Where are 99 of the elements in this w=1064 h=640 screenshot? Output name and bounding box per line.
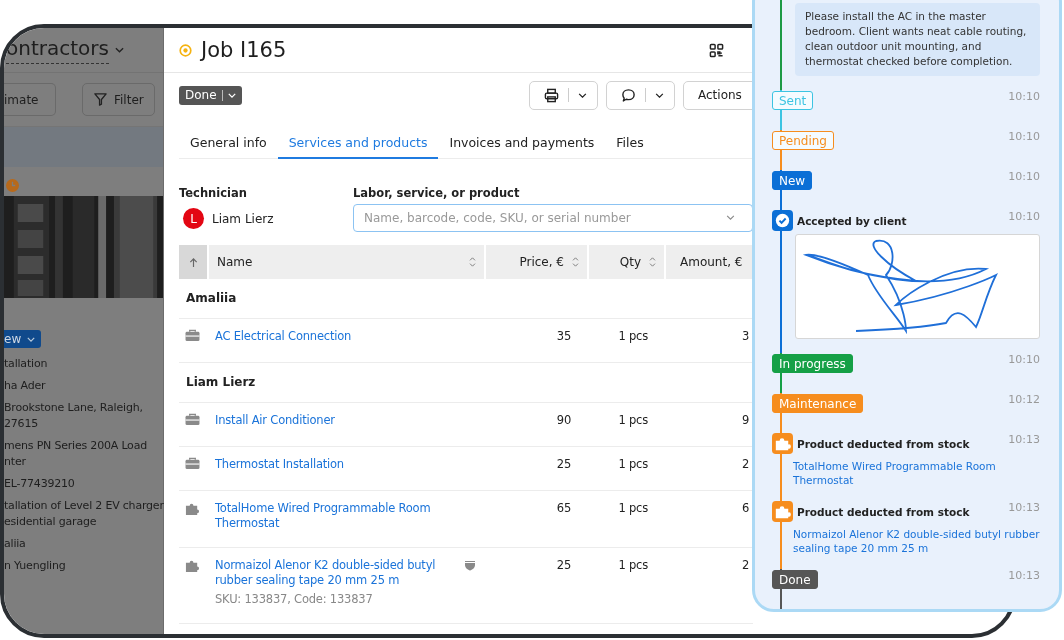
toolbox-icon: [185, 413, 200, 426]
funnel-icon: [93, 92, 108, 107]
column-header[interactable]: Qty: [587, 245, 664, 279]
item-link[interactable]: AC Electrical Connection: [215, 329, 352, 344]
timestamp: 10:12: [1008, 393, 1040, 406]
table-cell: 90: [556, 413, 571, 427]
puzzle-icon: [772, 433, 793, 454]
column-header[interactable]: Amount, €: [664, 245, 753, 279]
detail-text: Brookstone Lane, Raleigh,: [4, 400, 144, 416]
tab[interactable]: Files: [605, 130, 655, 159]
detail-text: n Yuengling: [4, 558, 67, 574]
detail-text: mens PN Series 200A Load: [4, 438, 148, 454]
status-tag: Pending: [772, 130, 834, 150]
avatar: L: [183, 208, 204, 229]
chevron-down-icon: [578, 92, 587, 98]
speech-bubble-icon: [621, 87, 636, 103]
timestamp: 10:10: [1008, 130, 1040, 143]
printer-icon: [544, 87, 559, 103]
table-cell: 1 pcs: [618, 329, 648, 343]
comment-button[interactable]: [606, 80, 675, 110]
item-link[interactable]: Normaizol Alenor K2 double-sided butyl rubber sealing tape 20 mm 25 m: [215, 558, 446, 588]
item-link[interactable]: Install Air Conditioner: [215, 413, 335, 428]
chevron-down-icon: [114, 47, 124, 53]
toolbox-icon: [185, 457, 200, 470]
table-cell: 1 pcs: [618, 413, 648, 427]
column-header[interactable]: Price, €: [484, 245, 587, 279]
chevron-down-icon: [27, 336, 36, 342]
page-title[interactable]: ontractors: [6, 36, 109, 64]
sort-icon: [469, 257, 476, 267]
table-cell: 1 pcs: [618, 501, 648, 515]
target-icon: [179, 43, 192, 57]
event-title: Accepted by client: [797, 214, 907, 227]
timestamp: 10:13: [1008, 569, 1040, 582]
status-tag: Done: [772, 569, 818, 589]
item-link[interactable]: Thermostat Installation: [215, 457, 344, 472]
tab[interactable]: General info: [179, 130, 278, 159]
table-cell: 25: [556, 558, 571, 572]
arrow-up-icon: [188, 256, 198, 268]
table-cell: 9: [742, 413, 750, 427]
qr-code-icon[interactable]: [709, 42, 724, 58]
table-cell: 2: [742, 558, 750, 572]
puzzle-icon: [185, 501, 200, 516]
detail-text: 27615: [4, 416, 39, 432]
check-icon: [772, 210, 793, 231]
table-cell: 65: [556, 501, 571, 515]
detail-text: ha Ader: [4, 378, 47, 394]
product-link[interactable]: Normaizol Alenor K2 double-sided butyl rubber sealing tape 20 mm 25 m: [793, 527, 1040, 555]
table-cell: 2: [742, 457, 750, 471]
field-label: Technician: [179, 186, 248, 200]
detail-text: nter: [4, 454, 27, 470]
puzzle-icon: [772, 501, 793, 522]
comment-text: Please install the AC in the master bedroom. Client wants neat cable routing, clean outdoor unit mounting, and thermostat checked before completion.: [795, 3, 1040, 76]
table-cell: 35: [556, 329, 571, 343]
actions-button[interactable]: Actions: [683, 80, 753, 110]
toolbox-icon: [185, 329, 200, 342]
detail-text: EL-77439210: [4, 476, 76, 492]
product-link[interactable]: TotalHome Wired Programmable Room Thermostat: [793, 459, 1040, 487]
sku-text: SKU: 133837, Code: 133837: [215, 592, 374, 607]
technician-name: Liam Lierz: [212, 211, 274, 226]
timestamp: 10:10: [1008, 353, 1040, 366]
puzzle-icon: [185, 558, 200, 573]
timestamp: 10:13: [1008, 433, 1040, 446]
column-header[interactable]: Name: [207, 245, 484, 279]
detail-text: tallation: [4, 356, 49, 372]
timestamp: 10:10: [1008, 170, 1040, 183]
status-tag: Sent: [772, 90, 814, 110]
chevron-down-icon: [655, 92, 664, 98]
sort-icon: [649, 257, 656, 267]
table-cell: 1 pcs: [618, 457, 648, 471]
table-cell: 1 pcs: [618, 558, 648, 572]
status-dropdown[interactable]: ew: [4, 330, 42, 348]
status-tag: In progress: [772, 353, 853, 373]
detail-text: aliia: [4, 536, 27, 552]
item-link[interactable]: TotalHome Wired Programmable Room Thermostat: [215, 501, 476, 531]
table-cell: 25: [556, 457, 571, 471]
estimate-button[interactable]: imate: [4, 83, 56, 116]
chevron-down-icon: [726, 215, 735, 220]
detail-text: tallation of Level 2 EV charger: [4, 498, 163, 514]
job-title: Job I165: [201, 38, 287, 62]
timestamp: 10:13: [1008, 501, 1040, 514]
detail-text: esidential garage: [4, 514, 98, 530]
timestamp: 10:10: [1008, 90, 1040, 103]
search-field[interactable]: Name, barcode, code, SKU, or serial number: [353, 204, 753, 232]
table-cell: 6: [742, 501, 750, 515]
status-tag: New: [772, 170, 813, 190]
event-title: Product deducted from stock: [797, 505, 970, 518]
field-label: Labor, service, or product: [353, 186, 521, 200]
event-title: Product deducted from stock: [797, 437, 970, 450]
chevron-down-icon: [227, 92, 236, 98]
status-tag: Maintenance: [772, 393, 864, 413]
sort-icon: [572, 257, 579, 267]
tab[interactable]: Services and products: [277, 130, 439, 159]
status-dropdown[interactable]: Done: [179, 85, 242, 105]
timestamp: 10:10: [1008, 210, 1040, 223]
filter-button[interactable]: Filter: [82, 83, 155, 116]
print-button[interactable]: [529, 80, 598, 110]
table-cell: 3: [742, 329, 750, 343]
tab[interactable]: Invoices and payments: [438, 130, 606, 159]
shield-icon: [464, 559, 476, 571]
